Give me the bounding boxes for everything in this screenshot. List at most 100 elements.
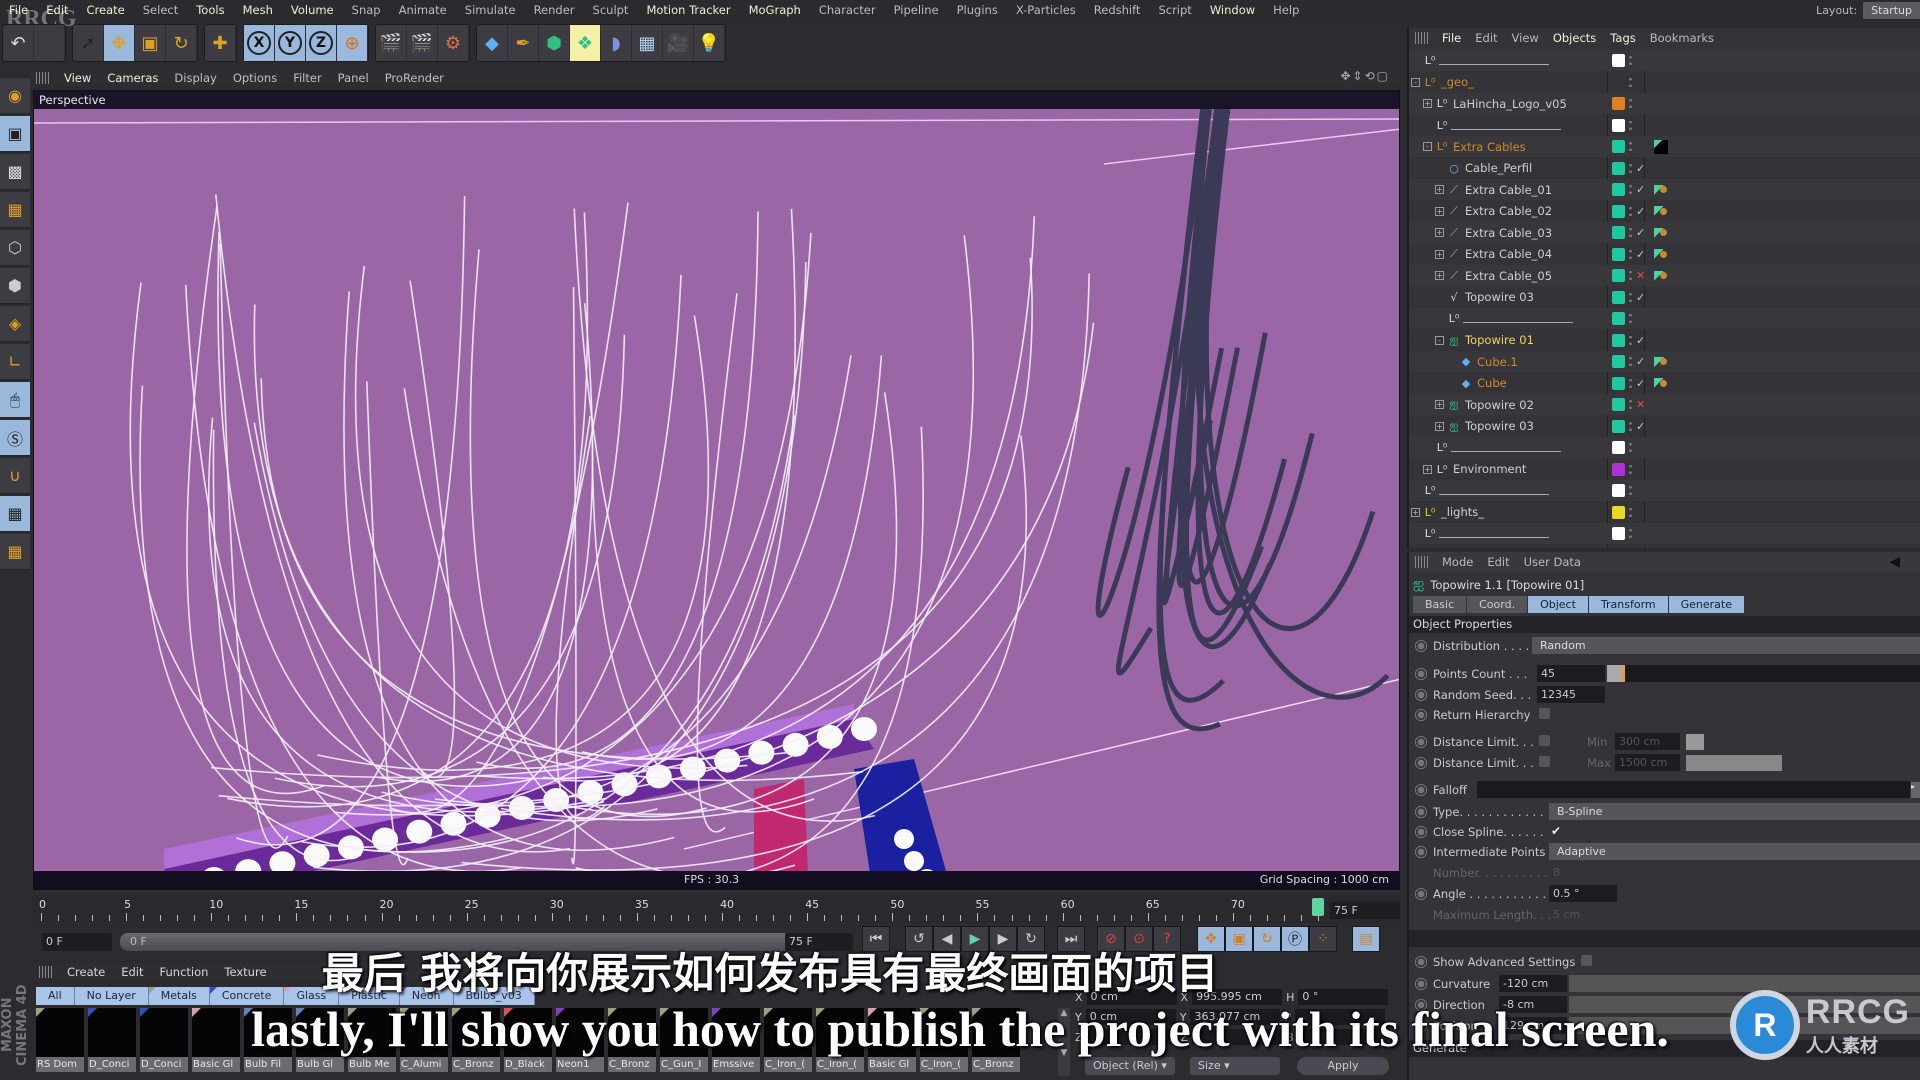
object-row[interactable]: + ⟋ Extra Cable_04 ✓ — [1409, 244, 1920, 265]
visibility-dots[interactable] — [1629, 290, 1632, 304]
viewport-nav-icons[interactable]: ✥⇕⟲▢ — [1340, 69, 1390, 83]
scale-icon[interactable]: ▣ — [135, 25, 166, 61]
object-row[interactable]: - ஐ Topowire 01 ✓ — [1409, 330, 1920, 351]
visibility-dots[interactable] — [1629, 505, 1632, 519]
expand-icon[interactable]: + — [1423, 464, 1432, 474]
enabled-check-icon[interactable]: ✓ — [1636, 291, 1645, 304]
undo-icon[interactable]: ↶ — [3, 25, 34, 61]
intermediate-points-dropdown[interactable]: Adaptive — [1549, 843, 1920, 860]
object-row[interactable]: L⁰ — [1409, 523, 1920, 544]
distance-min-field[interactable]: 300 cm — [1615, 733, 1680, 750]
anim-radio[interactable] — [1415, 668, 1427, 680]
object-name[interactable]: Cable_Perfil — [1465, 161, 1532, 175]
live-move-icon[interactable]: ✚ — [205, 25, 236, 61]
object-row[interactable]: + ஐ Topowire 02 ✕ — [1409, 394, 1920, 415]
object-name[interactable]: _geo_ — [1441, 75, 1474, 89]
anim-radio[interactable] — [1415, 709, 1427, 721]
layer-color-swatch[interactable] — [1612, 484, 1625, 497]
viewport-menu-cameras[interactable]: Cameras — [99, 71, 166, 85]
axis-mode-icon[interactable]: ∟ — [0, 344, 30, 380]
max-length-field[interactable]: 5 cm — [1549, 906, 1617, 923]
collapse-icon[interactable]: - — [1423, 142, 1432, 151]
object-row[interactable]: ◆ Cube ✓ — [1409, 373, 1920, 394]
falloff-field[interactable] — [1477, 781, 1910, 798]
object-row[interactable]: + ஐ Topowire 03 ✓ — [1409, 416, 1920, 437]
expand-icon[interactable]: + — [1435, 249, 1444, 259]
drag-handle-icon[interactable] — [1415, 556, 1429, 568]
visibility-dots[interactable] — [1629, 226, 1632, 239]
object-row[interactable]: L⁰ — [1409, 50, 1920, 71]
light-icon[interactable]: 💡 — [694, 25, 725, 61]
object-name[interactable]: Extra Cable_05 — [1465, 269, 1552, 283]
object-name[interactable]: Environment — [1453, 462, 1526, 476]
object-row[interactable]: + L⁰ LaHincha_Logo_v05 — [1409, 93, 1920, 114]
enabled-check-icon[interactable]: ✓ — [1636, 420, 1645, 433]
object-row[interactable]: - L⁰ _geo_ — [1409, 72, 1920, 93]
anim-radio[interactable] — [1415, 640, 1427, 652]
viewport[interactable]: Perspective FPS : 30.3 Grid Spacing : 10… — [33, 90, 1400, 890]
object-name[interactable]: Topowire 03 — [1465, 419, 1534, 433]
layer-color-swatch[interactable] — [1612, 355, 1625, 368]
texture-tag-icon[interactable] — [1660, 358, 1667, 365]
layer-color-swatch[interactable] — [1612, 527, 1625, 540]
apply-button[interactable]: Apply — [1297, 1057, 1389, 1075]
layer-color-swatch[interactable] — [1612, 290, 1625, 304]
render-picture-viewer-icon[interactable]: 🎬 — [407, 25, 438, 61]
menu-create[interactable]: Create — [78, 3, 134, 17]
anim-radio[interactable] — [1415, 757, 1427, 769]
visibility-dots[interactable] — [1629, 247, 1632, 261]
expand-icon[interactable]: + — [1435, 185, 1444, 194]
layer-color-swatch[interactable] — [1612, 333, 1625, 347]
object-row[interactable]: + ⟋ Extra Cable_01 ✓ — [1409, 179, 1920, 200]
menu-redshift[interactable]: Redshift — [1085, 3, 1150, 17]
visibility-dots[interactable] — [1629, 97, 1632, 110]
visibility-dots[interactable] — [1629, 462, 1632, 476]
viewport-menu-view[interactable]: View — [56, 71, 99, 85]
menu-tools[interactable]: Tools — [187, 3, 233, 17]
object-row[interactable]: L⁰ — [1409, 480, 1920, 501]
object-name[interactable]: Extra Cables — [1453, 140, 1526, 154]
layer-color-swatch[interactable] — [1612, 269, 1625, 282]
number-field[interactable]: 8 — [1549, 864, 1617, 881]
viewport-menu-options[interactable]: Options — [225, 71, 285, 85]
render-view-icon[interactable]: 🎬 — [376, 25, 407, 61]
y-axis-icon[interactable]: Y — [275, 25, 306, 61]
menu-mesh[interactable]: Mesh — [234, 3, 282, 17]
om-menu-objects[interactable]: Objects — [1546, 31, 1603, 45]
layer-color-swatch[interactable] — [1612, 161, 1625, 175]
expand-icon[interactable]: + — [1435, 421, 1444, 431]
object-name[interactable]: Extra Cable_02 — [1465, 204, 1552, 218]
menu-snap[interactable]: Snap — [343, 3, 390, 17]
object-row[interactable]: √ Topowire 03 ✓ — [1409, 287, 1920, 308]
x-axis-icon[interactable]: X — [244, 25, 275, 61]
layer-color-swatch[interactable] — [1612, 312, 1625, 325]
visibility-dots[interactable] — [1629, 269, 1632, 282]
display-tag-icon[interactable] — [1654, 139, 1668, 154]
layer-color-swatch[interactable] — [1612, 97, 1625, 110]
anim-radio[interactable] — [1415, 689, 1427, 701]
visibility-dots[interactable] — [1629, 118, 1632, 132]
drag-handle-icon[interactable] — [36, 72, 50, 84]
drag-handle-icon[interactable] — [1415, 32, 1429, 44]
end-frame-field[interactable]: 75 F — [1330, 902, 1400, 919]
texture-tag-icon[interactable] — [1660, 250, 1667, 258]
enabled-check-icon[interactable]: ✓ — [1636, 334, 1645, 347]
points-count-field[interactable]: 45 — [1537, 665, 1605, 682]
camera-icon[interactable]: 🎥 — [663, 25, 694, 61]
am-menu-user-data[interactable]: User Data — [1517, 555, 1588, 569]
visibility-dots[interactable] — [1629, 75, 1632, 89]
pen-icon[interactable]: ✒ — [508, 25, 539, 61]
disabled-x-icon[interactable]: ✕ — [1636, 269, 1645, 282]
expand-icon[interactable]: + — [1435, 206, 1444, 216]
layer-color-swatch[interactable] — [1612, 118, 1625, 132]
rotate-icon[interactable]: ↻ — [166, 25, 197, 61]
om-menu-bookmarks[interactable]: Bookmarks — [1643, 31, 1721, 45]
layout-dropdown[interactable]: Startup — [1863, 1, 1920, 19]
object-name[interactable]: Topowire 02 — [1465, 398, 1534, 412]
layout-selector[interactable]: Layout: Startup — [1816, 0, 1920, 20]
visibility-dots[interactable] — [1629, 204, 1632, 218]
visibility-dots[interactable] — [1629, 54, 1632, 67]
deformer-icon[interactable]: ◗ — [601, 25, 632, 61]
select-icon[interactable]: ➚ — [73, 25, 104, 61]
visibility-dots[interactable] — [1629, 527, 1632, 540]
